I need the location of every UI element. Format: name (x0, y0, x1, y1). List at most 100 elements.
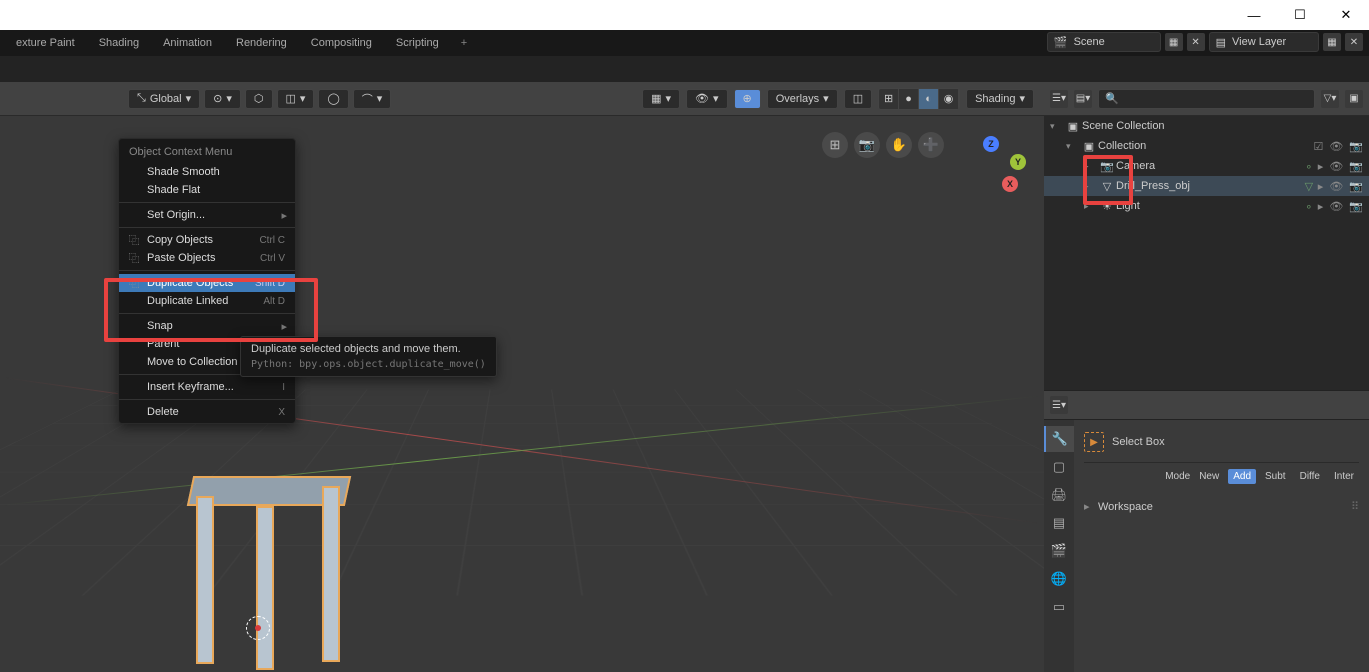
viewlayer-selector[interactable]: ▤ (1209, 32, 1319, 52)
selectable-toggle[interactable]: ▸ (1318, 180, 1324, 193)
proportional-toggle[interactable]: ◯ (318, 89, 348, 109)
gizmo-z-axis[interactable]: Z (983, 136, 999, 152)
expand-icon[interactable]: ▸ (1084, 181, 1098, 192)
scene-delete-button[interactable]: ✕ (1187, 33, 1205, 51)
expand-icon[interactable]: ▾ (1066, 141, 1080, 152)
scene-name-input[interactable] (1074, 36, 1154, 48)
menu-item-paste-objects[interactable]: ⿻Paste ObjectsCtrl V (119, 249, 295, 267)
tab-viewlayer[interactable]: ▤ (1044, 510, 1074, 536)
hide-toggle[interactable]: 👁 (1329, 160, 1343, 173)
scene-selector[interactable]: 🎬 (1047, 32, 1161, 52)
menu-item-delete[interactable]: DeleteX (119, 403, 295, 421)
tree-item-camera[interactable]: ▸📷Camera∘▸👁📷 (1044, 156, 1369, 176)
tree-item-light[interactable]: ▸☀Light∘▸👁📷 (1044, 196, 1369, 216)
outliner-search-input[interactable] (1123, 93, 1308, 105)
tab-scene[interactable]: 🎬 (1044, 538, 1074, 564)
pivot-dropdown[interactable]: ⊙▾ (204, 89, 241, 109)
scene-browse-button[interactable]: ▦ (1165, 33, 1183, 51)
pan-button[interactable]: ✋ (886, 132, 912, 158)
proportional-dropdown[interactable]: ⌒▾ (353, 89, 392, 109)
editor-type-dropdown[interactable]: ▦▾ (642, 89, 680, 109)
shading-dropdown[interactable]: Shading ▾ (966, 89, 1034, 109)
menu-item-shade-smooth[interactable]: Shade Smooth (119, 163, 295, 181)
outliner-new-collection[interactable]: ▣ (1345, 90, 1363, 108)
disable-toggle[interactable]: 📷 (1349, 180, 1363, 193)
properties-type-dropdown[interactable]: ☰▾ (1050, 396, 1068, 414)
add-workspace-button[interactable]: + (451, 33, 477, 53)
shading-solid[interactable]: ● (899, 89, 919, 109)
tab-texture-paint[interactable]: exture Paint (4, 33, 87, 53)
selectable-toggle[interactable]: ▸ (1318, 160, 1324, 173)
menu-item-duplicate-linked[interactable]: Duplicate LinkedAlt D (119, 292, 295, 310)
gizmo-y-axis[interactable]: Y (1010, 154, 1026, 170)
shading-wireframe[interactable]: ⊞ (879, 89, 899, 109)
mode-intersect[interactable]: Inter (1329, 469, 1359, 484)
menu-item-insert-keyframe[interactable]: Insert Keyframe...I (119, 378, 295, 396)
close-button[interactable]: ✕ (1323, 0, 1369, 30)
outliner-search[interactable]: 🔍 (1098, 89, 1315, 109)
menu-item-copy-objects[interactable]: ⿻Copy ObjectsCtrl C (119, 231, 295, 249)
tree-scene-collection[interactable]: ▾ ▣ Scene Collection (1044, 116, 1369, 136)
orientation-dropdown[interactable]: ⤡ Global ▾ (128, 89, 200, 109)
menu-item-set-origin[interactable]: Set Origin...▸ (119, 206, 295, 224)
camera-view-button[interactable]: 📷 (854, 132, 880, 158)
tab-animation[interactable]: Animation (151, 33, 224, 53)
tab-tool[interactable]: 🔧 (1044, 426, 1074, 452)
perspective-button[interactable]: ➕ (918, 132, 944, 158)
workspace-panel[interactable]: ▸ Workspace ⠿ (1084, 494, 1359, 519)
selectable-toggle[interactable]: ▸ (1318, 200, 1324, 213)
overlays-dropdown[interactable]: Overlays ▾ (767, 89, 838, 109)
mode-add[interactable]: Add (1228, 469, 1256, 484)
menu-item-snap[interactable]: Snap▸ (119, 317, 295, 335)
menu-item-shade-flat[interactable]: Shade Flat (119, 181, 295, 199)
menu-separator (119, 399, 295, 400)
tab-world[interactable]: 🌐 (1044, 566, 1074, 592)
mode-new[interactable]: New (1194, 469, 1224, 484)
tree-collection[interactable]: ▾ ▣ Collection ☑ 👁 📷 (1044, 136, 1369, 156)
exclude-toggle[interactable]: ☑ (1313, 140, 1323, 153)
xray-icon: ◫ (853, 92, 863, 105)
minimize-button[interactable]: — (1231, 0, 1277, 30)
orientation-gizmo[interactable]: Z Y X (956, 136, 1026, 206)
viewlayer-name-input[interactable] (1232, 36, 1312, 48)
disable-toggle[interactable]: 📷 (1349, 140, 1363, 153)
zoom-button[interactable]: ⊞ (822, 132, 848, 158)
viewlayer-browse-button[interactable]: ▦ (1323, 33, 1341, 51)
tab-output[interactable]: 🖨 (1044, 482, 1074, 508)
tab-shading[interactable]: Shading (87, 33, 151, 53)
xray-toggle[interactable]: ◫ (844, 89, 872, 109)
shading-material[interactable]: ◐ (919, 89, 939, 109)
tree-item-drill-press-obj[interactable]: ▸▽Drill_Press_obj▽▸👁📷 (1044, 176, 1369, 196)
tab-render[interactable]: ▢ (1044, 454, 1074, 480)
outliner-filter-button[interactable]: ▽▾ (1321, 90, 1339, 108)
expand-icon[interactable]: ▸ (1084, 161, 1098, 172)
gizmo-x-axis[interactable]: X (1002, 176, 1018, 192)
properties-panel: ☰▾ 🔧 ▢ 🖨 ▤ 🎬 🌐 ▭ ▶ Select Box Mode New (1044, 390, 1369, 672)
disable-toggle[interactable]: 📷 (1349, 200, 1363, 213)
hide-toggle[interactable]: 👁 (1329, 140, 1343, 153)
outliner-view-dropdown[interactable]: ▤▾ (1074, 90, 1092, 108)
outliner-display-mode[interactable]: ☰▾ (1050, 90, 1068, 108)
hide-toggle[interactable]: 👁 (1329, 200, 1343, 213)
tab-compositing[interactable]: Compositing (299, 33, 384, 53)
expand-icon[interactable]: ▾ (1050, 121, 1064, 132)
maximize-button[interactable]: ☐ (1277, 0, 1323, 30)
3d-cursor[interactable] (246, 616, 270, 640)
snap-dropdown[interactable]: ◫▾ (277, 89, 315, 109)
tab-object[interactable]: ▭ (1044, 594, 1074, 620)
disable-toggle[interactable]: 📷 (1349, 160, 1363, 173)
shading-rendered[interactable]: ◉ (939, 89, 959, 109)
mode-subtract[interactable]: Subt (1260, 469, 1291, 484)
snap-toggle[interactable]: ⬡ (245, 89, 273, 109)
tab-scripting[interactable]: Scripting (384, 33, 451, 53)
tab-rendering[interactable]: Rendering (224, 33, 299, 53)
mode-difference[interactable]: Diffe (1295, 469, 1325, 484)
chevron-down-icon: ▾ (186, 92, 192, 105)
viewlayer-delete-button[interactable]: ✕ (1345, 33, 1363, 51)
expand-icon[interactable]: ▸ (1084, 201, 1098, 212)
visibility-dropdown[interactable]: 👁▾ (686, 89, 728, 109)
hide-toggle[interactable]: 👁 (1329, 180, 1343, 193)
panel-options-icon[interactable]: ⠿ (1351, 500, 1359, 513)
gizmo-toggle[interactable]: ⊕ (734, 89, 761, 109)
menu-item-duplicate-objects[interactable]: ⿻Duplicate ObjectsShift D (119, 274, 295, 292)
